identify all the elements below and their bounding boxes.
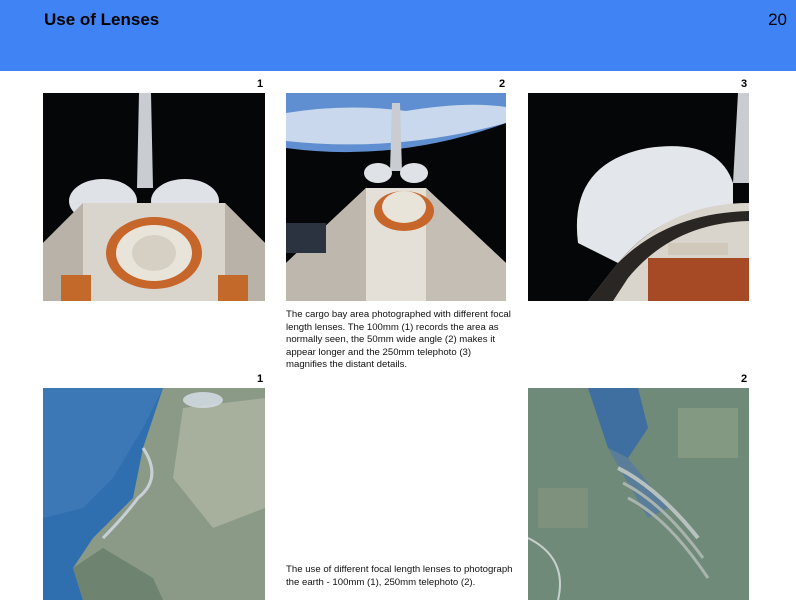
earth-photo-label-2: 2: [741, 373, 748, 385]
photo-label-1: 1: [257, 78, 264, 90]
cargo-bay-100mm-photo: [43, 93, 265, 301]
cargo-bay-250mm-photo: [528, 93, 749, 301]
earth-250mm-photo: [528, 388, 749, 600]
cargo-bay-50mm-photo: [286, 93, 506, 301]
header-bar: Use of Lenses 20: [0, 0, 796, 71]
page-number: 20: [768, 10, 787, 29]
cargo-bay-caption: The cargo bay area photographed with dif…: [286, 309, 511, 371]
earth-photo-label-1: 1: [257, 373, 264, 385]
earth-100mm-photo: [43, 388, 265, 600]
photo-label-3: 3: [741, 78, 748, 90]
page-title: Use of Lenses: [44, 10, 160, 29]
photo-label-2: 2: [499, 78, 506, 90]
earth-caption: The use of different focal length lenses…: [286, 564, 513, 588]
